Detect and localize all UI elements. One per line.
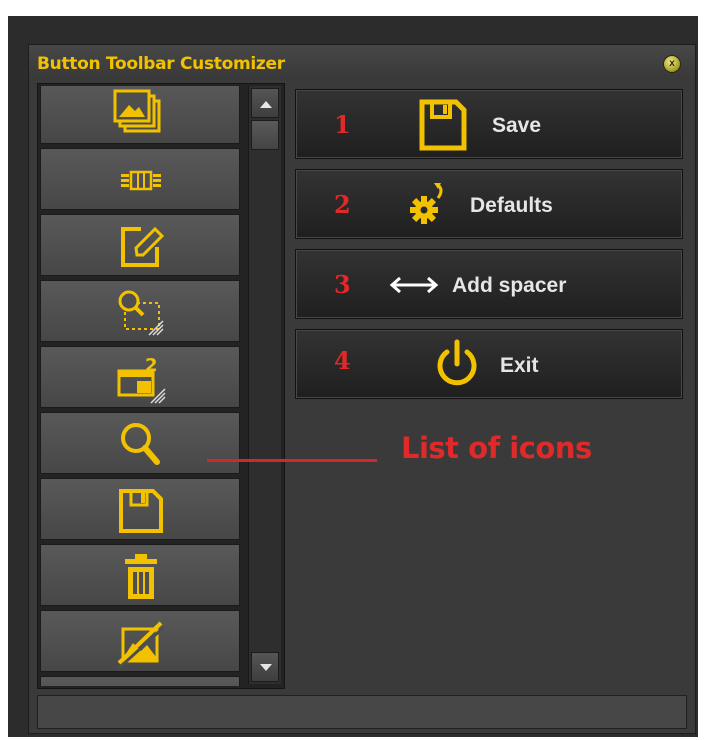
power-icon xyxy=(437,339,477,386)
scroll-up-button[interactable] xyxy=(251,88,279,118)
annotation-pointer-line xyxy=(207,459,377,462)
annotation-label: List of icons xyxy=(401,431,592,465)
exit-button[interactable]: 4 Exit xyxy=(295,329,683,399)
icon-list-item-images[interactable] xyxy=(40,86,240,144)
zoom-selection-icon xyxy=(118,290,164,336)
action-number: 3 xyxy=(334,270,351,299)
defaults-button[interactable]: 2 Defaults xyxy=(295,169,683,239)
gear-reset-icon xyxy=(410,183,443,224)
second-window-icon: 2 xyxy=(117,355,166,404)
double-arrow-icon xyxy=(389,276,439,294)
icon-list-item-partial[interactable] xyxy=(40,676,240,686)
add-spacer-button[interactable]: 3 Add spacer xyxy=(295,249,683,319)
scroll-thumb[interactable] xyxy=(251,120,279,150)
defaults-label: Defaults xyxy=(470,194,553,217)
add-spacer-label: Add spacer xyxy=(452,274,567,297)
floppy-disk-icon xyxy=(419,99,467,151)
status-bar xyxy=(37,695,687,729)
scrollbar[interactable] xyxy=(248,86,281,684)
no-image-icon xyxy=(117,621,165,669)
action-number: 1 xyxy=(334,110,351,139)
action-number: 2 xyxy=(334,190,351,219)
exit-label: Exit xyxy=(500,354,539,377)
filmstrip-icon xyxy=(121,170,161,191)
magnifier-icon xyxy=(121,423,160,465)
customizer-window: Button Toolbar Customizer x 2 1 Save 2 D… xyxy=(28,44,696,734)
images-icon xyxy=(113,89,161,133)
arrow-down-icon xyxy=(260,664,272,671)
save-label: Save xyxy=(492,114,542,137)
screen: Button Toolbar Customizer x 2 1 Save 2 D… xyxy=(0,0,707,740)
icon-list-item-zoom-selection[interactable] xyxy=(40,280,240,342)
icon-list-item-save[interactable] xyxy=(40,478,240,540)
icon-list-panel: 2 xyxy=(37,83,285,689)
trash-icon xyxy=(125,554,157,599)
icon-list: 2 xyxy=(40,86,244,686)
icon-list-item-no-image[interactable] xyxy=(40,610,240,672)
scroll-down-button[interactable] xyxy=(251,652,279,682)
floppy-disk-icon xyxy=(119,489,163,533)
close-icon: x xyxy=(669,58,675,69)
icon-list-item-edit[interactable] xyxy=(40,214,240,276)
window-title: Button Toolbar Customizer xyxy=(37,54,285,74)
action-number: 4 xyxy=(334,346,351,375)
close-button[interactable]: x xyxy=(663,55,681,73)
icon-list-item-trash[interactable] xyxy=(40,544,240,606)
title-bar[interactable]: Button Toolbar Customizer x xyxy=(29,45,695,79)
svg-text:2: 2 xyxy=(145,355,158,376)
arrow-up-icon xyxy=(260,101,272,108)
icon-list-item-second-window[interactable]: 2 xyxy=(40,346,240,408)
icon-list-item-magnifier[interactable] xyxy=(40,412,240,474)
icon-list-item-filmstrip[interactable] xyxy=(40,148,240,210)
edit-icon xyxy=(121,226,165,267)
save-button[interactable]: 1 Save xyxy=(295,89,683,159)
